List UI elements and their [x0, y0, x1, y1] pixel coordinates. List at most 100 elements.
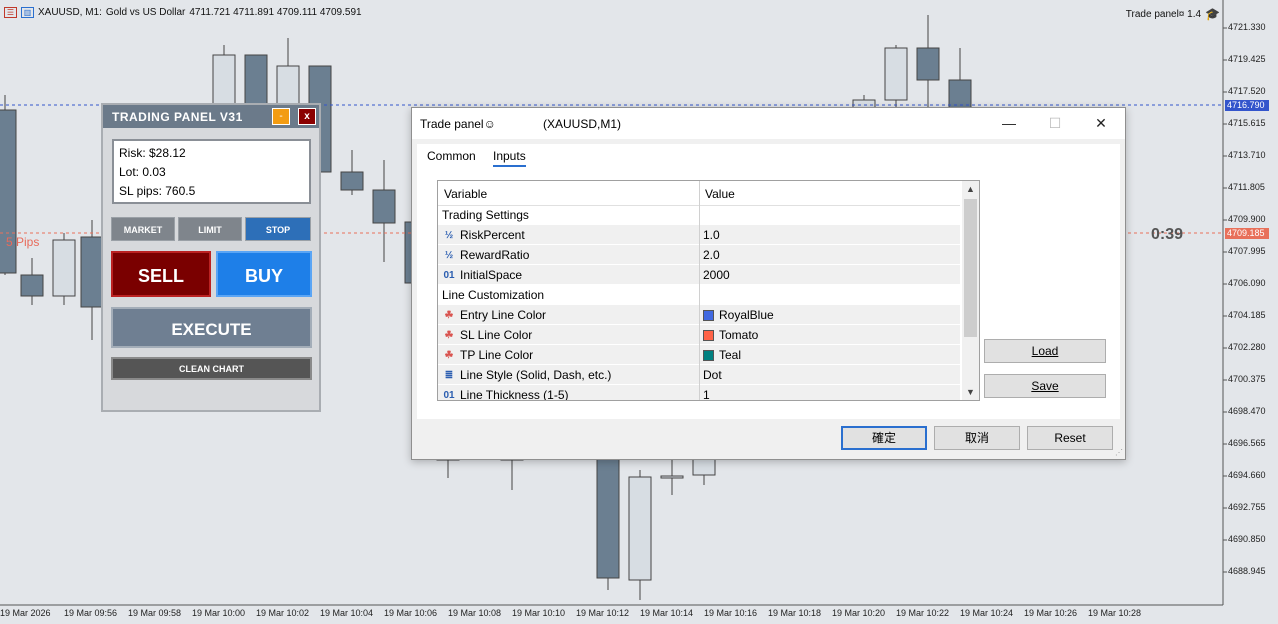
integer-icon: 01	[443, 269, 455, 281]
market-mode-button[interactable]: MARKET	[111, 217, 175, 241]
price-tick: 4700.375	[1228, 374, 1266, 384]
input-value[interactable]: Teal	[719, 348, 741, 362]
price-tick: 4688.945	[1228, 566, 1266, 576]
input-value[interactable]: 2.0	[703, 248, 720, 262]
dialog-body: Common Inputs Variable Value Trading Set…	[417, 144, 1120, 419]
dialog-titlebar[interactable]: Trade panel☺ (XAUUSD,M1) — ☐ ✕	[412, 108, 1125, 139]
time-tick: 19 Mar 10:22	[896, 608, 950, 618]
price-tick: 4698.470	[1228, 406, 1266, 416]
price-tick: 4704.185	[1228, 310, 1266, 320]
input-value[interactable]: Dot	[703, 368, 722, 382]
time-tick: 19 Mar 10:28	[1088, 608, 1142, 618]
chart-description: Gold vs US Dollar	[105, 7, 186, 18]
price-tick: 4694.660	[1228, 470, 1266, 480]
scroll-down-icon[interactable]: ▼	[962, 384, 979, 400]
time-tick: 19 Mar 10:24	[960, 608, 1014, 618]
minimize-icon[interactable]: —	[987, 111, 1031, 136]
input-variable-name: Entry Line Color	[460, 308, 547, 322]
time-tick: 19 Mar 10:20	[832, 608, 886, 618]
time-tick: 19 Mar 09:58	[128, 608, 182, 618]
input-value[interactable]: Tomato	[719, 328, 758, 342]
reset-button[interactable]: Reset	[1027, 426, 1113, 450]
sl-pips-value: SL pips: 760.5	[119, 184, 196, 198]
price-tick: 4702.280	[1228, 342, 1266, 352]
candle-body	[20, 274, 44, 297]
integer-icon: 01	[443, 389, 455, 401]
expert-label[interactable]: Trade panel¤ 1.4 🎓	[1126, 7, 1220, 21]
minimize-button[interactable]: -	[272, 108, 290, 125]
input-value[interactable]: RoyalBlue	[719, 308, 774, 322]
ok-button[interactable]: 確定	[841, 426, 927, 450]
chart-type-icon: ▥	[21, 7, 34, 18]
candle-body	[660, 475, 684, 479]
sell-button[interactable]: SELL	[111, 251, 211, 297]
price-tick: 4719.425	[1228, 54, 1266, 64]
price-tick: 4717.520	[1228, 86, 1266, 96]
close-icon[interactable]: ✕	[1079, 111, 1123, 136]
price-tick: 4707.995	[1228, 246, 1266, 256]
candle-body	[948, 79, 972, 109]
color-swatch	[703, 329, 714, 341]
candle-body	[244, 54, 268, 106]
buy-button[interactable]: BUY	[216, 251, 312, 297]
tab-inputs[interactable]: Inputs	[493, 149, 526, 167]
price-tick: 4711.805	[1228, 182, 1265, 192]
input-variable-name: Line Style (Solid, Dash, etc.)	[460, 368, 612, 382]
color-swatch	[703, 349, 714, 361]
price-tick: 4690.850	[1228, 534, 1266, 544]
input-variable-name: InitialSpace	[460, 268, 523, 282]
clean-chart-button[interactable]: CLEAN CHART	[111, 357, 312, 380]
color-swatch	[703, 309, 714, 321]
input-value[interactable]: 1	[703, 388, 710, 400]
column-value[interactable]: Value	[705, 187, 735, 201]
time-tick: 19 Mar 10:02	[256, 608, 310, 618]
candle-body	[372, 189, 396, 224]
load-button[interactable]: Load	[984, 339, 1106, 363]
trading-panel-header[interactable]: TRADING PANEL V31 - x	[103, 105, 319, 128]
time-tick: 19 Mar 10:16	[704, 608, 758, 618]
trading-panel-title: TRADING PANEL V31	[112, 110, 243, 124]
price-tick: 4721.330	[1228, 22, 1266, 32]
price-tick: 4706.090	[1228, 278, 1266, 288]
candle-timer: 0:39	[1151, 226, 1184, 243]
save-button[interactable]: Save	[984, 374, 1106, 398]
close-button[interactable]: x	[298, 108, 316, 125]
limit-mode-button[interactable]: LIMIT	[178, 217, 242, 241]
candle-body	[52, 239, 76, 297]
time-tick: 19 Mar 10:26	[1024, 608, 1078, 618]
column-variable[interactable]: Variable	[444, 187, 487, 201]
chart-symbol: XAUUSD, M1:	[38, 7, 102, 18]
time-tick: 19 Mar 10:14	[640, 608, 694, 618]
candle-body	[276, 65, 300, 106]
input-variable-name: Line Thickness (1-5)	[460, 388, 569, 401]
time-tick: 19 Mar 10:08	[448, 608, 502, 618]
expert-hat-icon: 🎓	[1205, 7, 1220, 21]
color-icon: ☘	[444, 349, 454, 361]
chart-window-icon: ☰	[4, 7, 17, 18]
tab-common[interactable]: Common	[427, 149, 476, 165]
scroll-thumb[interactable]	[964, 199, 977, 337]
time-tick: 19 Mar 10:06	[384, 608, 438, 618]
resize-grip-icon[interactable]: ⋰	[1115, 448, 1123, 457]
risk-info-box: Risk: $28.12 Lot: 0.03 SL pips: 760.5	[112, 139, 311, 204]
maximize-icon: ☐	[1048, 115, 1062, 131]
cancel-button[interactable]: 取消	[934, 426, 1020, 450]
input-value[interactable]: 1.0	[703, 228, 720, 242]
time-tick: 19 Mar 09:56	[64, 608, 118, 618]
execute-button[interactable]: EXECUTE	[111, 307, 312, 348]
time-tick: 19 Mar 10:00	[192, 608, 246, 618]
stop-mode-button[interactable]: STOP	[245, 217, 311, 241]
price-tick: 4713.710	[1228, 150, 1266, 160]
input-value[interactable]: 2000	[703, 268, 730, 282]
chart-ohlc: 4711.721 4711.891 4709.111 4709.591	[189, 7, 362, 18]
input-variable-name: Line Customization	[442, 288, 545, 302]
scroll-up-icon[interactable]: ▲	[962, 181, 979, 197]
risk-value: Risk: $28.12	[119, 146, 186, 160]
time-tick: 19 Mar 10:18	[768, 608, 822, 618]
price-tick: 4692.755	[1228, 502, 1266, 512]
grid-scrollbar[interactable]: ▲ ▼	[962, 181, 979, 400]
load-label: Load	[1031, 344, 1059, 358]
candle-body	[80, 236, 104, 308]
candle-body	[628, 476, 652, 581]
lot-value: Lot: 0.03	[119, 165, 166, 179]
